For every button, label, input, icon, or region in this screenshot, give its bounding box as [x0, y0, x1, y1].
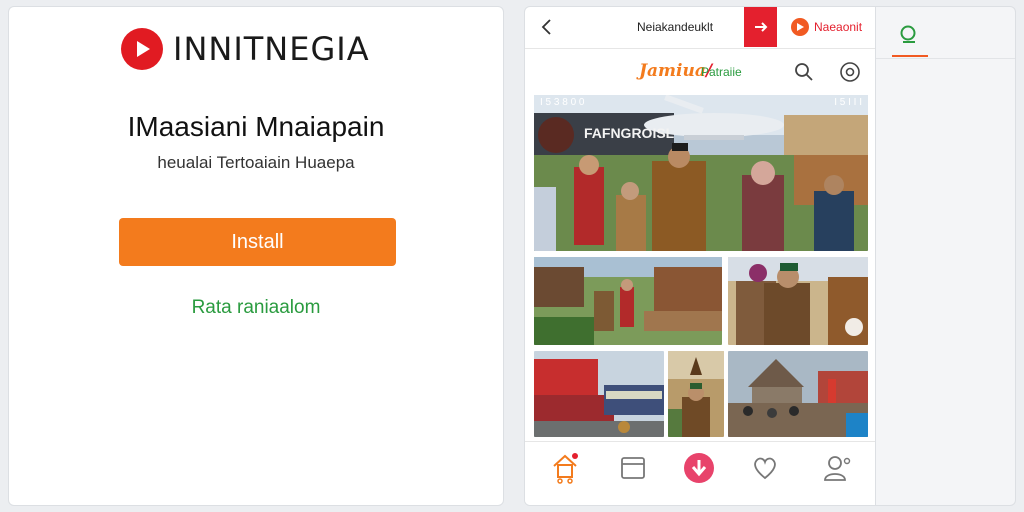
brand-header: INNITNEGIA	[121, 27, 370, 71]
side-panel	[876, 6, 1016, 506]
gear-icon	[840, 62, 860, 82]
app-tagline: Patraiie	[701, 65, 742, 79]
photo-tile[interactable]	[534, 351, 664, 437]
brand-name: INNITNEGIA	[173, 30, 370, 68]
active-tab-indicator	[892, 55, 928, 57]
app-logo-text: Jamiua	[639, 61, 706, 81]
phone-app-preview: Neiakandeuklt Naeaonit Jamiua/ Patraiie	[524, 6, 876, 506]
hero-label-right: I 5 I I I	[834, 97, 862, 108]
play-logo-icon	[121, 28, 163, 70]
heart-icon	[754, 457, 776, 480]
secondary-link[interactable]: Rata raniaalom	[9, 297, 503, 319]
user-icon	[824, 456, 851, 481]
search-icon	[900, 25, 916, 43]
install-button[interactable]: Install	[119, 218, 396, 266]
brand-play-icon	[791, 18, 809, 36]
home-icon	[553, 453, 578, 484]
nav-download[interactable]	[683, 452, 715, 484]
hero-sign-text: FAFNGROISL	[584, 125, 675, 141]
topbar-brand[interactable]: Naeaonit	[791, 18, 862, 36]
photo-tile[interactable]	[668, 351, 724, 437]
search-tab[interactable]	[890, 17, 928, 53]
hero-label-left: I 5 3 8 0 0	[540, 97, 585, 108]
back-button[interactable]	[537, 17, 557, 37]
photo-tile[interactable]	[534, 257, 722, 345]
nav-home[interactable]	[549, 452, 581, 484]
download-icon	[684, 453, 714, 483]
arrow-right-icon	[754, 22, 767, 32]
chevron-left-icon	[541, 19, 551, 35]
photo-tile[interactable]	[728, 351, 868, 437]
hero-photo[interactable]: I 5 3 8 0 0 I 5 I I I FAFNGROISL	[534, 95, 868, 251]
photo-tile[interactable]	[728, 257, 868, 345]
window-icon	[621, 457, 645, 479]
install-card: INNITNEGIA IMaasiani Mnaiapain heualai T…	[8, 6, 504, 506]
nav-window[interactable]	[617, 452, 649, 484]
nav-favorites[interactable]	[749, 452, 781, 484]
search-button[interactable]	[793, 61, 815, 83]
share-button[interactable]	[744, 7, 777, 47]
app-subtitle: heualai Tertoaiain Huaepa	[157, 153, 355, 172]
app-topbar: Neiakandeuklt Naeaonit	[525, 7, 875, 49]
app-title: IMaasiani Mnaiapain	[127, 111, 385, 142]
settings-button[interactable]	[839, 61, 861, 83]
bottom-navigation	[525, 441, 875, 505]
divider	[876, 58, 1015, 59]
search-icon	[795, 63, 813, 81]
app-subheader: Jamiua/ Patraiie	[525, 51, 875, 93]
nav-profile[interactable]	[821, 452, 853, 484]
topbar-title: Neiakandeuklt	[637, 20, 714, 34]
topbar-brand-label: Naeaonit	[814, 20, 863, 34]
